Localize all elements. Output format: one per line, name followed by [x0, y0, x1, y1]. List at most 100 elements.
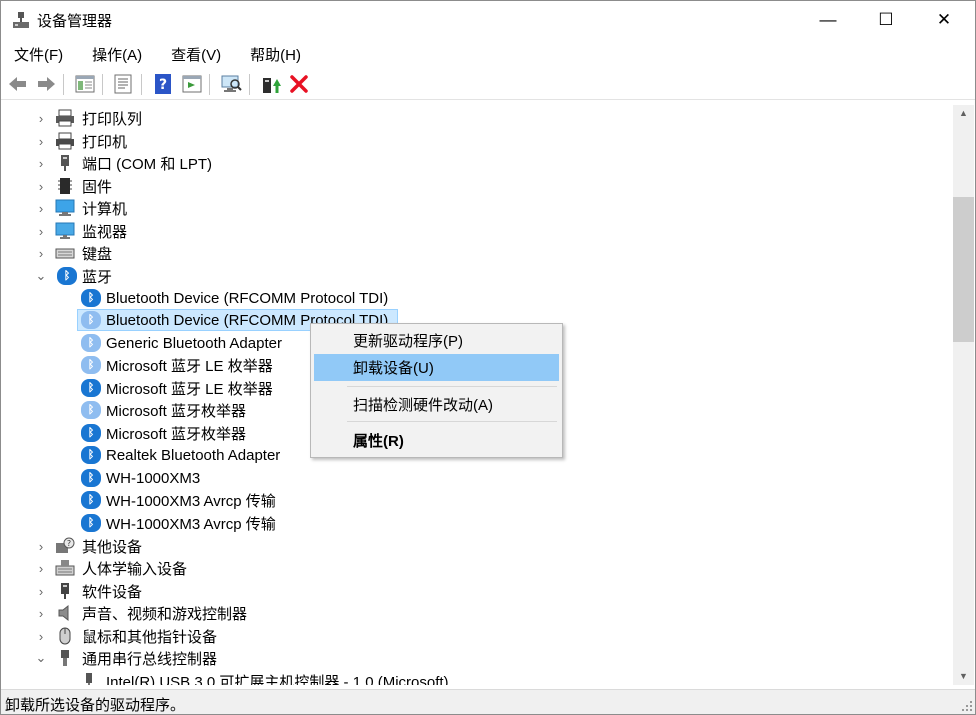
expand-arrow-icon[interactable]: › [35, 606, 47, 621]
menu-file[interactable]: 文件(F) [1, 41, 73, 67]
device-manager-window: 设备管理器 — ☐ ✕ 文件(F) 操作(A) 查看(V) 帮助(H) ? › … [0, 0, 976, 715]
maximize-button[interactable]: ☐ [863, 1, 909, 39]
computer-icon [55, 199, 75, 216]
tree-device-label: Microsoft 蓝牙 LE 枚举器 [106, 380, 273, 398]
svg-text:?: ? [159, 77, 167, 93]
tree-device-label: Microsoft 蓝牙枚举器 [106, 425, 247, 443]
expand-arrow-icon[interactable]: › [35, 224, 47, 239]
expand-arrow-icon[interactable]: › [35, 111, 47, 126]
tree-device-label: WH-1000XM3 Avrcp 传输 [106, 492, 276, 510]
context-menu-separator [347, 386, 557, 387]
bluetooth-icon: ᛒ [81, 401, 101, 419]
tree-device-label: Bluetooth Device (RFCOMM Protocol TDI) [106, 289, 389, 307]
toolbar-separator [249, 74, 250, 95]
bluetooth-icon: ᛒ [81, 311, 101, 329]
expand-arrow-icon[interactable]: › [35, 179, 47, 194]
bluetooth-icon: ᛒ [81, 356, 101, 374]
collapse-arrow-icon[interactable]: ⌄ [35, 268, 47, 284]
tree-category-label: 鼠标和其他指针设备 [82, 628, 218, 646]
expand-arrow-icon[interactable]: › [35, 201, 47, 216]
usb-icon [61, 650, 69, 666]
toolbar-separator [102, 74, 103, 95]
close-button[interactable]: ✕ [921, 1, 967, 39]
tree-category-label: 人体学输入设备 [82, 560, 188, 578]
resize-grip-icon[interactable] [959, 698, 973, 712]
expand-arrow-icon[interactable]: › [35, 246, 47, 261]
update-driver-icon[interactable] [260, 73, 282, 95]
bluetooth-icon: ᛒ [81, 334, 101, 352]
tree-device-label: Microsoft 蓝牙 LE 枚举器 [106, 357, 273, 375]
monitor-icon [55, 222, 75, 239]
scrollbar-thumb[interactable] [953, 197, 974, 342]
tree-device-label: Microsoft 蓝牙枚举器 [106, 402, 247, 420]
title-bar: 设备管理器 — ☐ ✕ [1, 1, 975, 39]
device-manager-app-icon [13, 12, 29, 28]
maximize-icon: ☐ [878, 10, 894, 29]
scroll-down-arrow-icon[interactable]: ▼ [953, 668, 974, 685]
show-hide-tree-icon[interactable] [74, 73, 96, 95]
tree-category-label: 蓝牙 [82, 268, 113, 286]
tree-category-label: 通用串行总线控制器 [82, 650, 218, 668]
svg-text:?: ? [67, 539, 71, 548]
tree-category-label: 键盘 [82, 245, 113, 263]
expand-arrow-icon[interactable]: › [35, 561, 47, 576]
expand-arrow-icon[interactable]: › [35, 584, 47, 599]
software-device-icon [61, 583, 69, 599]
menu-bar: 文件(F) 操作(A) 查看(V) 帮助(H) [1, 41, 975, 67]
hid-icon [55, 560, 75, 576]
action-pane-icon[interactable] [181, 73, 203, 95]
bluetooth-icon: ᛒ [81, 446, 101, 464]
expand-arrow-icon[interactable]: › [35, 539, 47, 554]
window-title: 设备管理器 [37, 13, 113, 30]
bluetooth-icon: ᛒ [81, 289, 101, 307]
collapse-arrow-icon[interactable]: ⌄ [35, 650, 47, 666]
context-menu-separator [347, 421, 557, 422]
usb-controller-icon [86, 673, 92, 685]
properties-icon[interactable] [112, 73, 134, 95]
context-menu-update-driver[interactable]: 更新驱动程序(P) [314, 327, 559, 354]
expand-arrow-icon[interactable]: › [35, 629, 47, 644]
minimize-button[interactable]: — [805, 1, 851, 39]
menu-view[interactable]: 查看(V) [158, 41, 231, 67]
bluetooth-icon: ᛒ [57, 267, 77, 285]
context-menu-scan-hardware[interactable]: 扫描检测硬件改动(A) [314, 391, 559, 418]
tree-category-label: 声音、视频和游戏控制器 [82, 605, 248, 623]
toolbar-separator [141, 74, 142, 95]
help-icon[interactable]: ? [152, 73, 174, 95]
tree-category-label: 端口 (COM 和 LPT) [82, 155, 212, 173]
tree-device-label: Generic Bluetooth Adapter [106, 334, 282, 352]
other-devices-icon: ? [56, 537, 75, 553]
uninstall-icon[interactable] [288, 73, 310, 95]
tree-device-label: WH-1000XM3 [106, 469, 201, 487]
bluetooth-icon: ᛒ [81, 424, 101, 442]
context-menu-properties[interactable]: 属性(R) [314, 427, 559, 454]
tree-device-label: Intel(R) USB 3.0 可扩展主机控制器 - 1.0 (Microso… [106, 673, 449, 686]
audio-icon [58, 604, 69, 622]
back-icon[interactable] [7, 73, 29, 95]
context-menu: 更新驱动程序(P) 卸载设备(U) 扫描检测硬件改动(A) 属性(R) [310, 323, 563, 458]
status-bar: 卸载所选设备的驱动程序。 [1, 689, 975, 714]
bluetooth-icon: ᛒ [81, 379, 101, 397]
expand-arrow-icon[interactable]: › [35, 134, 47, 149]
bluetooth-icon: ᛒ [81, 469, 101, 487]
tree-category-label: 打印队列 [82, 110, 143, 128]
bluetooth-icon: ᛒ [81, 514, 101, 532]
minimize-icon: — [819, 10, 837, 29]
forward-icon[interactable] [35, 73, 57, 95]
vertical-scrollbar[interactable]: ▲ ▼ [953, 105, 974, 685]
tree-category-label: 其他设备 [82, 538, 143, 556]
bluetooth-icon: ᛒ [81, 491, 101, 509]
menu-action[interactable]: 操作(A) [79, 41, 152, 67]
tree-device-label: WH-1000XM3 Avrcp 传输 [106, 515, 276, 533]
printer-icon [56, 132, 74, 150]
scroll-up-arrow-icon[interactable]: ▲ [953, 105, 974, 122]
context-menu-uninstall-device[interactable]: 卸载设备(U) [314, 354, 559, 381]
print-queue-icon [56, 109, 74, 127]
expand-arrow-icon[interactable]: › [35, 156, 47, 171]
scan-hardware-icon[interactable] [220, 73, 242, 95]
firmware-icon [58, 178, 72, 194]
menu-help[interactable]: 帮助(H) [237, 41, 311, 67]
status-text: 卸载所选设备的驱动程序。 [5, 697, 186, 714]
tree-category-label: 计算机 [82, 200, 128, 218]
tree-category-label: 固件 [82, 178, 113, 196]
